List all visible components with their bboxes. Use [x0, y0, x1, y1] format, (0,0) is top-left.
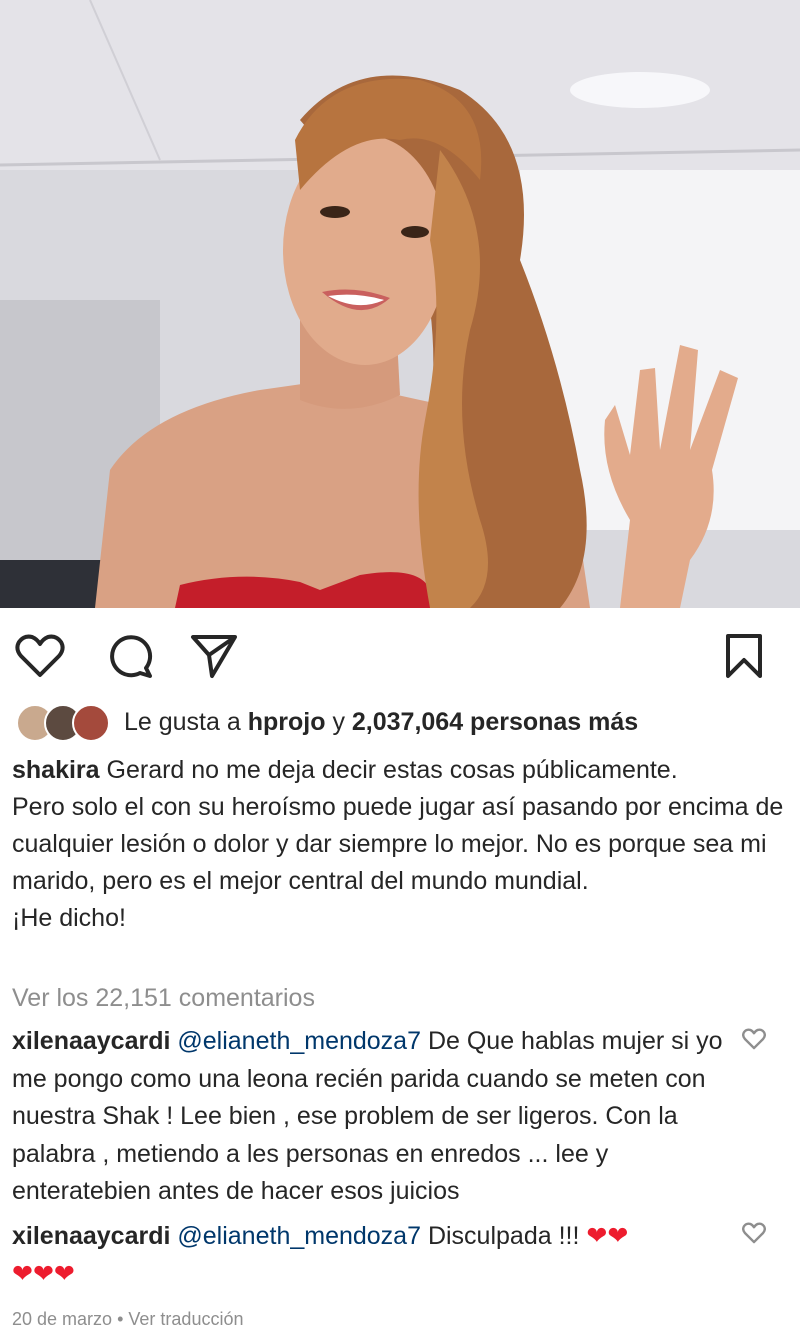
- heart-emojis: ❤❤❤: [12, 1259, 75, 1288]
- comment-like-button[interactable]: [742, 1028, 766, 1052]
- caption-body: Pero solo el con su heroísmo puede jugar…: [12, 793, 784, 895]
- post-meta: 20 de marzo • Ver traducción: [12, 1309, 243, 1330]
- meta-separator: •: [117, 1309, 124, 1329]
- post-caption: shakira Gerard no me deja decir estas co…: [12, 752, 788, 937]
- heart-icon: [742, 1222, 766, 1244]
- caption-first-line: Gerard no me deja decir estas cosas públ…: [106, 756, 678, 784]
- see-translation-link[interactable]: Ver traducción: [128, 1309, 243, 1329]
- heart-icon: [742, 1028, 766, 1050]
- comment-button[interactable]: [104, 630, 156, 682]
- likes-text: Le gusta a hprojo y 2,037,064 personas m…: [124, 708, 638, 737]
- comment-icon: [110, 635, 153, 678]
- comment-mention[interactable]: @elianeth_mendoza7: [177, 1027, 421, 1055]
- comment-item: xilenaaycardi @elianeth_mendoza7 De Que …: [12, 1023, 732, 1211]
- share-button[interactable]: [188, 630, 240, 682]
- likes-joiner: y: [332, 707, 345, 736]
- comment-mention[interactable]: @elianeth_mendoza7: [177, 1222, 421, 1250]
- comment-username[interactable]: xilenaaycardi: [12, 1027, 170, 1055]
- save-button[interactable]: [718, 630, 770, 682]
- likes-count[interactable]: 2,037,064 personas más: [352, 708, 638, 736]
- liker-username[interactable]: hprojo: [248, 708, 326, 736]
- post-photo[interactable]: [0, 0, 800, 608]
- bookmark-icon: [726, 634, 762, 678]
- like-button[interactable]: [14, 630, 66, 682]
- action-bar: [0, 608, 800, 700]
- caption-last-line: ¡He dicho!: [12, 904, 126, 932]
- post-image: [0, 0, 800, 608]
- comment-text: Disculpada !!!: [427, 1222, 580, 1250]
- send-icon: [191, 635, 237, 678]
- post-date: 20 de marzo: [12, 1309, 113, 1329]
- avatar: [72, 704, 110, 742]
- likes-row[interactable]: Le gusta a hprojo y 2,037,064 personas m…: [16, 702, 638, 742]
- liker-avatars: [16, 702, 112, 742]
- comment-item: xilenaaycardi @elianeth_mendoza7 Disculp…: [12, 1218, 732, 1293]
- likes-prefix: Le gusta a: [124, 707, 241, 736]
- caption-username[interactable]: shakira: [12, 756, 100, 784]
- comment-username[interactable]: xilenaaycardi: [12, 1222, 170, 1250]
- heart-icon: [15, 634, 65, 677]
- heart-emojis: ❤❤: [586, 1222, 629, 1250]
- view-all-comments-link[interactable]: Ver los 22,151 comentarios: [12, 984, 315, 1013]
- comment-like-button[interactable]: [742, 1222, 766, 1246]
